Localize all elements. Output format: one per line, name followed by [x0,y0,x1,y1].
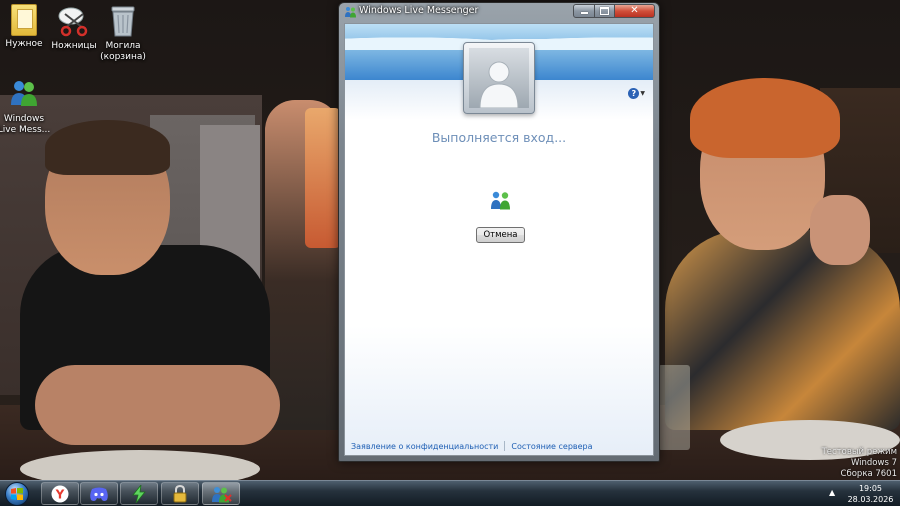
watermark-line: Windows 7 [850,458,897,468]
chevron-down-icon: ▼ [640,90,645,97]
wallpaper-person-right [665,230,900,430]
footer-links: Заявление о конфиденциальности Состояние… [351,441,593,451]
svg-text:Y: Y [55,487,65,501]
taskbar-discord[interactable] [80,482,118,505]
messenger-window: Windows Live Messenger ✕ ? ▼ Выполняется… [338,2,660,462]
wallpaper-person-left-arms [35,365,280,445]
desktop-icon-label-line1: Могила [105,41,141,51]
avatar [463,42,535,114]
watermark-line: Сборка 7601 [840,469,897,479]
windows-logo-icon [5,481,29,506]
clock-time: 19:05 [858,484,883,493]
wallpaper-person-right-fist [810,195,870,265]
wallpaper-person-left-hair [45,120,170,175]
messenger-title-icon [345,7,356,18]
watermark-line: Тестовый режим [821,447,897,457]
clock-date: 28.03.2026 [847,495,894,504]
default-user-icon [469,48,529,108]
window-title: Windows Live Messenger [359,5,479,16]
desktop-icon-label-line1: Windows [3,114,45,124]
lock-app-icon [173,484,187,502]
taskbar-lock-app[interactable] [161,482,199,505]
desktop-icon-label-line2: Live Mess... [0,125,51,135]
privacy-statement-link[interactable]: Заявление о конфиденциальности [351,442,498,451]
tray-expand-arrow-icon[interactable]: ▲ [829,488,835,497]
test-mode-watermark: Тестовый режим Windows 7 Сборка 7601 [822,447,897,480]
messenger-taskbar-icon [212,486,232,502]
wallpaper-drink [305,108,341,248]
minimize-button[interactable] [573,4,595,18]
desktop-icon-label-line2: (корзина) [100,52,146,62]
recycle-bin-icon [105,4,141,38]
system-clock[interactable]: 19:05 28.03.2026 [843,483,898,505]
footer-divider [504,441,506,451]
buddies-icon [491,191,510,210]
maximize-button[interactable] [595,4,615,18]
minimize-icon [580,12,588,14]
taskbar-messenger[interactable] [202,482,240,505]
folder-icon [11,4,37,36]
yandex-browser-icon: Y [51,485,69,502]
discord-icon [90,487,108,501]
wallpaper-glass [658,365,690,450]
window-controls: ✕ [573,4,655,19]
desktop-icon-recycle-bin[interactable]: Могила (корзина) [87,4,159,63]
start-button[interactable] [3,481,31,506]
wallpaper-person-right-hair [690,78,840,158]
taskbar: Y ▲ 19:05 28.03.2026 [0,480,900,506]
desktop-icon-windows-live-messenger[interactable]: Windows Live Mess... [0,77,60,136]
windows-live-messenger-icon [6,77,42,111]
lightning-app-icon [132,484,146,503]
server-status-link[interactable]: Состояние сервера [511,442,592,451]
taskbar-lightning-app[interactable] [120,482,158,505]
taskbar-yandex-browser[interactable]: Y [41,482,79,505]
title-bar[interactable]: Windows Live Messenger ✕ [339,3,659,21]
close-icon: ✕ [630,5,639,16]
signing-in-status: Выполняется вход... [431,130,567,145]
messenger-client-area: ? ▼ Выполняется вход... Отмена Заявление… [344,23,654,456]
maximize-icon [600,7,609,15]
wallpaper-plate [20,450,260,480]
cancel-button[interactable]: Отмена [476,227,525,243]
help-icon: ? [628,88,640,99]
close-button[interactable]: ✕ [615,4,655,18]
help-button[interactable]: ? ▼ [628,88,645,99]
